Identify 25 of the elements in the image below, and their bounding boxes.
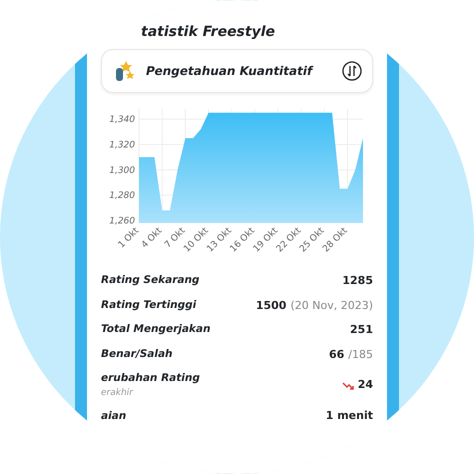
y-axis-label: 1,280 <box>109 191 135 202</box>
page-title: tatistik Freestyle <box>140 23 276 42</box>
stat-total: /185 <box>348 346 373 362</box>
stat-label: Benar/Salah <box>101 346 173 362</box>
stat-value: 1500 <box>256 298 286 314</box>
y-axis-label: 1,260 <box>109 216 135 226</box>
stat-label: aian <box>101 408 126 424</box>
subject-name: Pengetahuan Kuantitatif <box>146 63 314 80</box>
stat-date: (20 Nov, 2023) <box>290 298 373 314</box>
stat-sublabel: erakhir <box>101 386 134 400</box>
stat-label: Rating Tertinggi <box>101 298 196 313</box>
x-axis-label: 1 Okt <box>116 226 142 250</box>
stat-label: erubahan Rating <box>101 371 200 386</box>
stat-value: 66 <box>328 346 344 362</box>
stat-label: Total Mengerjakan <box>101 322 210 338</box>
x-axis-label: 4 Okt <box>140 226 164 250</box>
stat-value: 1 menit <box>326 408 373 424</box>
stat-label: Rating Sekarang <box>101 273 200 288</box>
stat-value: 1285 <box>342 273 373 289</box>
y-axis-label: 1,340 <box>109 115 135 126</box>
stat-value: 251 <box>350 322 373 338</box>
y-axis-label: 1,320 <box>109 140 135 150</box>
sort-icon[interactable] <box>342 61 362 81</box>
y-axis-label: 1,300 <box>109 166 135 176</box>
stat-value: 24 <box>358 377 373 394</box>
